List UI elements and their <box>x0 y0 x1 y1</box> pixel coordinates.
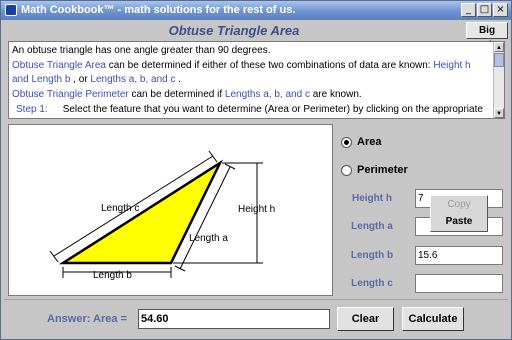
triangle-diagram: Length c Length a Length b Height h <box>49 150 275 281</box>
clipboard-popup: Copy Paste <box>430 195 488 232</box>
app-icon <box>5 4 17 16</box>
area-end: . <box>175 73 182 85</box>
big-help-button[interactable]: Big Help <box>466 22 508 51</box>
perimeter-radio-label[interactable]: Perimeter <box>357 164 408 176</box>
answer-bar: Answer: Area = Clear Calculate <box>4 299 508 337</box>
area-radio[interactable] <box>341 136 352 148</box>
length-a-field-label: Length a <box>351 221 393 232</box>
area-option[interactable]: Area <box>341 135 381 149</box>
perimeter-end: are known. <box>309 88 362 100</box>
length-c-tick-left <box>49 250 59 263</box>
perimeter-option: Lengths a, b, and c <box>224 88 310 100</box>
area-link-text: Obtuse Triangle Area <box>12 60 106 71</box>
length-c-field-label: Length c <box>351 278 393 289</box>
length-a-tick-top <box>224 163 236 170</box>
close-button[interactable]: × <box>493 3 508 17</box>
length-b-field-label: Length b <box>350 250 394 261</box>
height-h-label: Height h <box>238 204 275 215</box>
perimeter-description: can be determined if <box>128 88 225 100</box>
triangle-diagram-panel: Length c Length a Length b Height h <box>8 124 333 296</box>
copy-menu-item[interactable]: Copy <box>431 196 487 213</box>
step-text: Select the feature that you want to dete… <box>62 103 483 115</box>
minimize-button[interactable]: _ <box>461 3 476 17</box>
page-title: Obtuse Triangle Area <box>168 23 300 38</box>
app-window: Math Cookbook™ - math solutions for the … <box>0 0 512 340</box>
paste-menu-item[interactable]: Paste <box>431 213 487 230</box>
maximize-button[interactable]: □ <box>477 3 492 17</box>
area-radio-label[interactable]: Area <box>357 136 381 148</box>
description-line-1: An obtuse triangle has one angle greater… <box>12 45 271 56</box>
description-perimeter-paragraph: Obtuse Triangle Perimeter can be determi… <box>12 88 490 102</box>
length-a-label: Length a <box>189 233 228 244</box>
scroll-up-icon[interactable]: ▲ <box>494 42 504 52</box>
perimeter-option[interactable]: Perimeter <box>341 163 408 177</box>
length-a-tick-bottom <box>174 265 186 272</box>
description-panel[interactable]: An obtuse triangle has one angle greater… <box>8 41 505 119</box>
area-option-2: Lengths a, b, and c <box>90 73 176 85</box>
title-bar[interactable]: Math Cookbook™ - math solutions for the … <box>1 1 511 20</box>
window-title: Math Cookbook™ - math solutions for the … <box>21 4 296 16</box>
area-description: can be determined if either of these two… <box>105 60 434 71</box>
answer-field[interactable] <box>138 309 330 329</box>
perimeter-link-text: Obtuse Triangle Perimeter <box>12 88 129 100</box>
length-b-input[interactable] <box>415 246 503 265</box>
input-panel: Area Perimeter Height h Length a Length … <box>335 124 506 296</box>
description-scrollbar[interactable]: ▲ ▼ <box>493 42 504 118</box>
triangle-shape <box>58 159 224 265</box>
length-b-label: Length b <box>93 270 132 281</box>
calculate-button[interactable]: Calculate <box>402 307 464 331</box>
step-label: Step 1: <box>16 103 48 115</box>
header-bar: Obtuse Triangle Area Big Help <box>4 22 508 51</box>
height-h-field-label: Height h <box>352 193 392 204</box>
scroll-down-icon[interactable]: ▼ <box>494 108 504 118</box>
length-c-input[interactable] <box>415 274 503 293</box>
description-text: An obtuse triangle has one angle greater… <box>12 44 490 118</box>
answer-label: Answer: Area = <box>47 313 127 325</box>
perimeter-radio[interactable] <box>341 164 352 176</box>
description-area-paragraph: Obtuse Triangle Area can be determined i… <box>12 59 490 86</box>
scroll-thumb[interactable] <box>494 53 504 67</box>
clear-button[interactable]: Clear <box>337 307 394 331</box>
step-paragraph: Step 1: Select the feature that you want … <box>12 103 490 117</box>
area-separator: , or <box>70 73 91 85</box>
length-c-label: Length c <box>101 203 139 214</box>
length-c-tick-right <box>208 150 218 163</box>
